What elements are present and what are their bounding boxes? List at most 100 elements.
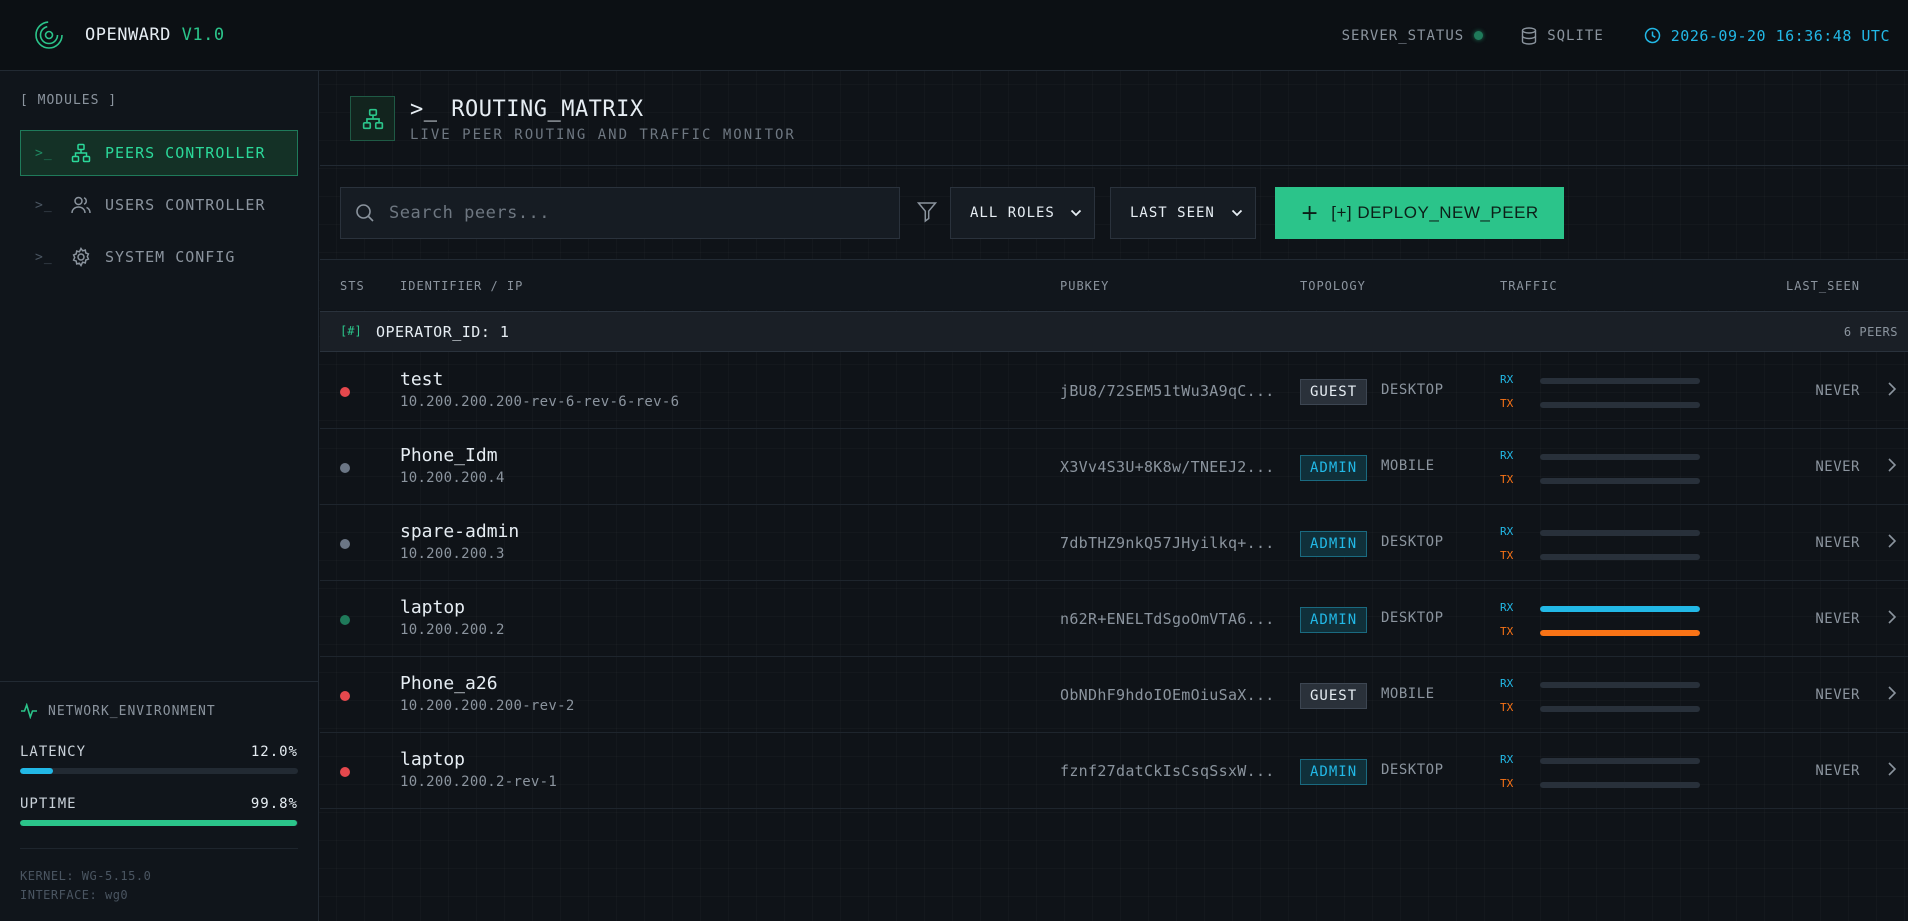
peer-ip: 10.200.200.2 bbox=[400, 622, 505, 638]
rx-label: RX bbox=[1500, 449, 1514, 462]
role-badge: ADMIN bbox=[1300, 455, 1368, 481]
chevron-right-icon[interactable] bbox=[1886, 456, 1898, 474]
sidebar-item-label: SYSTEM CONFIG bbox=[105, 248, 236, 266]
sidebar-item-label: PEERS CONTROLLER bbox=[105, 144, 266, 162]
sidebar-divider bbox=[0, 681, 319, 682]
last-seen: NEVER bbox=[1815, 763, 1860, 779]
tx-label: TX bbox=[1500, 473, 1514, 486]
device-type: DESKTOP bbox=[1381, 762, 1444, 778]
filter-icon[interactable] bbox=[917, 201, 937, 223]
page-title: >_ ROUTING_MATRIX bbox=[410, 97, 644, 122]
chevron-down-icon bbox=[1231, 209, 1243, 217]
sidebar-item-users-controller[interactable]: >_ USERS CONTROLLER bbox=[20, 182, 298, 228]
table-row[interactable]: laptop 10.200.200.2-rev-1 fznf27datCkIsCsq… bbox=[320, 733, 1908, 809]
peer-name: spare-admin bbox=[400, 521, 520, 542]
column-header-traffic: TRAFFIC bbox=[1500, 279, 1558, 293]
tx-label: TX bbox=[1500, 701, 1514, 714]
rx-label: RX bbox=[1500, 525, 1514, 538]
search-box[interactable] bbox=[340, 187, 900, 239]
device-type: MOBILE bbox=[1381, 686, 1435, 702]
metrics-divider bbox=[20, 848, 298, 849]
rx-label: RX bbox=[1500, 753, 1514, 766]
chevron-right-icon[interactable] bbox=[1886, 608, 1898, 626]
status-dot bbox=[340, 539, 350, 549]
status-dot bbox=[340, 691, 350, 701]
peer-name: laptop bbox=[400, 749, 466, 770]
table-row[interactable]: spare-admin 10.200.200.3 7dbTHZ9nkQ57JHyil… bbox=[320, 505, 1908, 581]
peer-ip: 10.200.200.4 bbox=[400, 470, 505, 486]
chevron-right-icon[interactable] bbox=[1886, 380, 1898, 398]
sidebar: [ MODULES ] >_ PEERS CONTROLLER >_ USERS… bbox=[0, 71, 319, 921]
tx-label: TX bbox=[1500, 397, 1514, 410]
peer-pubkey: 7dbTHZ9nkQ57JHyilkq+... bbox=[1060, 534, 1275, 552]
metric-label: LATENCY bbox=[20, 744, 87, 760]
rx-label: RX bbox=[1500, 601, 1514, 614]
column-header-topology: TOPOLOGY bbox=[1300, 279, 1366, 293]
search-input[interactable] bbox=[389, 203, 869, 223]
table-row[interactable]: test 10.200.200.200-rev-6-rev-6-rev-6 jBU8… bbox=[320, 353, 1908, 429]
sidebar-item-system-config[interactable]: >_ SYSTEM CONFIG bbox=[20, 234, 298, 280]
peer-ip: 10.200.200.2-rev-1 bbox=[400, 774, 558, 790]
status-dot bbox=[340, 387, 350, 397]
role-badge: ADMIN bbox=[1300, 531, 1368, 557]
server-status-label: SERVER_STATUS bbox=[1341, 27, 1465, 44]
table-row[interactable]: laptop 10.200.200.2 n62R+ENELTdSgoOmVTA6..… bbox=[320, 581, 1908, 657]
role-filter-select[interactable]: ALL ROLES bbox=[950, 187, 1095, 239]
role-badge: GUEST bbox=[1300, 683, 1368, 709]
latency-bar-fill bbox=[20, 768, 54, 774]
deploy-button-label: [+] DEPLOY_NEW_PEER bbox=[1331, 203, 1539, 222]
last-seen: NEVER bbox=[1815, 535, 1860, 551]
peer-ip: 10.200.200.200-rev-6-rev-6-rev-6 bbox=[400, 394, 680, 410]
chevron-right-icon[interactable] bbox=[1886, 684, 1898, 702]
latency-metric: LATENCY 12.0% bbox=[20, 744, 298, 774]
sidebar-item-label: USERS CONTROLLER bbox=[105, 196, 266, 214]
gear-icon bbox=[69, 245, 93, 269]
users-icon bbox=[69, 193, 93, 217]
status-dot bbox=[340, 767, 350, 777]
network-environment-label: NETWORK_ENVIRONMENT bbox=[48, 703, 216, 719]
deploy-new-peer-button[interactable]: + [+] DEPLOY_NEW_PEER bbox=[1275, 187, 1564, 239]
search-icon bbox=[356, 204, 374, 222]
uptime-bar-fill bbox=[20, 820, 298, 826]
metric-label: UPTIME bbox=[20, 796, 77, 812]
uptime-bar bbox=[20, 820, 298, 826]
rx-bar bbox=[1540, 606, 1700, 612]
table-header: STS IDENTIFIER / IP PUBKEY TOPOLOGY TRAF… bbox=[320, 260, 1908, 310]
column-header-identifier: IDENTIFIER / IP bbox=[400, 279, 524, 293]
last-seen: NEVER bbox=[1815, 383, 1860, 399]
column-header-pubkey: PUBKEY bbox=[1060, 279, 1110, 293]
table-row[interactable]: Phone_Idm 10.200.200.4 X3Vv4S3U+8K8w/TNEEJ… bbox=[320, 429, 1908, 505]
uptime-metric: UPTIME 99.8% bbox=[20, 796, 298, 826]
network-icon bbox=[362, 108, 383, 129]
plus-icon: + bbox=[1300, 200, 1320, 226]
tx-bar-fill bbox=[1540, 630, 1700, 636]
top-bar: OPENWARD V1.0 SERVER_STATUS SQLITE 2026-… bbox=[0, 0, 1908, 71]
prompt-glyph: >_ bbox=[35, 197, 53, 213]
database-icon bbox=[1522, 26, 1537, 45]
rx-bar bbox=[1540, 530, 1700, 536]
sort-select[interactable]: LAST SEEN bbox=[1110, 187, 1256, 239]
peer-ip: 10.200.200.200-rev-2 bbox=[400, 698, 575, 714]
table-row[interactable]: Phone_a26 10.200.200.200-rev-2 ObNDhF9hdoI… bbox=[320, 657, 1908, 733]
tx-bar bbox=[1540, 630, 1700, 636]
device-type: DESKTOP bbox=[1381, 534, 1444, 550]
role-badge: GUEST bbox=[1300, 379, 1368, 405]
chevron-right-icon[interactable] bbox=[1886, 532, 1898, 550]
interface-name: INTERFACE: wg0 bbox=[20, 888, 129, 902]
tx-label: TX bbox=[1500, 549, 1514, 562]
pulse-icon bbox=[21, 703, 37, 719]
tx-bar bbox=[1540, 706, 1700, 712]
last-seen: NEVER bbox=[1815, 459, 1860, 475]
peer-name: test bbox=[400, 369, 444, 390]
database-indicator: SQLITE bbox=[1521, 26, 1604, 45]
logo-icon bbox=[35, 21, 63, 49]
tx-label: TX bbox=[1500, 625, 1514, 638]
tx-bar bbox=[1540, 782, 1700, 788]
header-divider bbox=[320, 165, 1908, 166]
role-badge: ADMIN bbox=[1300, 607, 1368, 633]
sidebar-item-peers-controller[interactable]: >_ PEERS CONTROLLER bbox=[20, 130, 298, 176]
app-version: V1.0 bbox=[181, 25, 225, 45]
chevron-right-icon[interactable] bbox=[1886, 760, 1898, 778]
page-icon-box bbox=[350, 96, 395, 141]
rx-bar bbox=[1540, 378, 1700, 384]
